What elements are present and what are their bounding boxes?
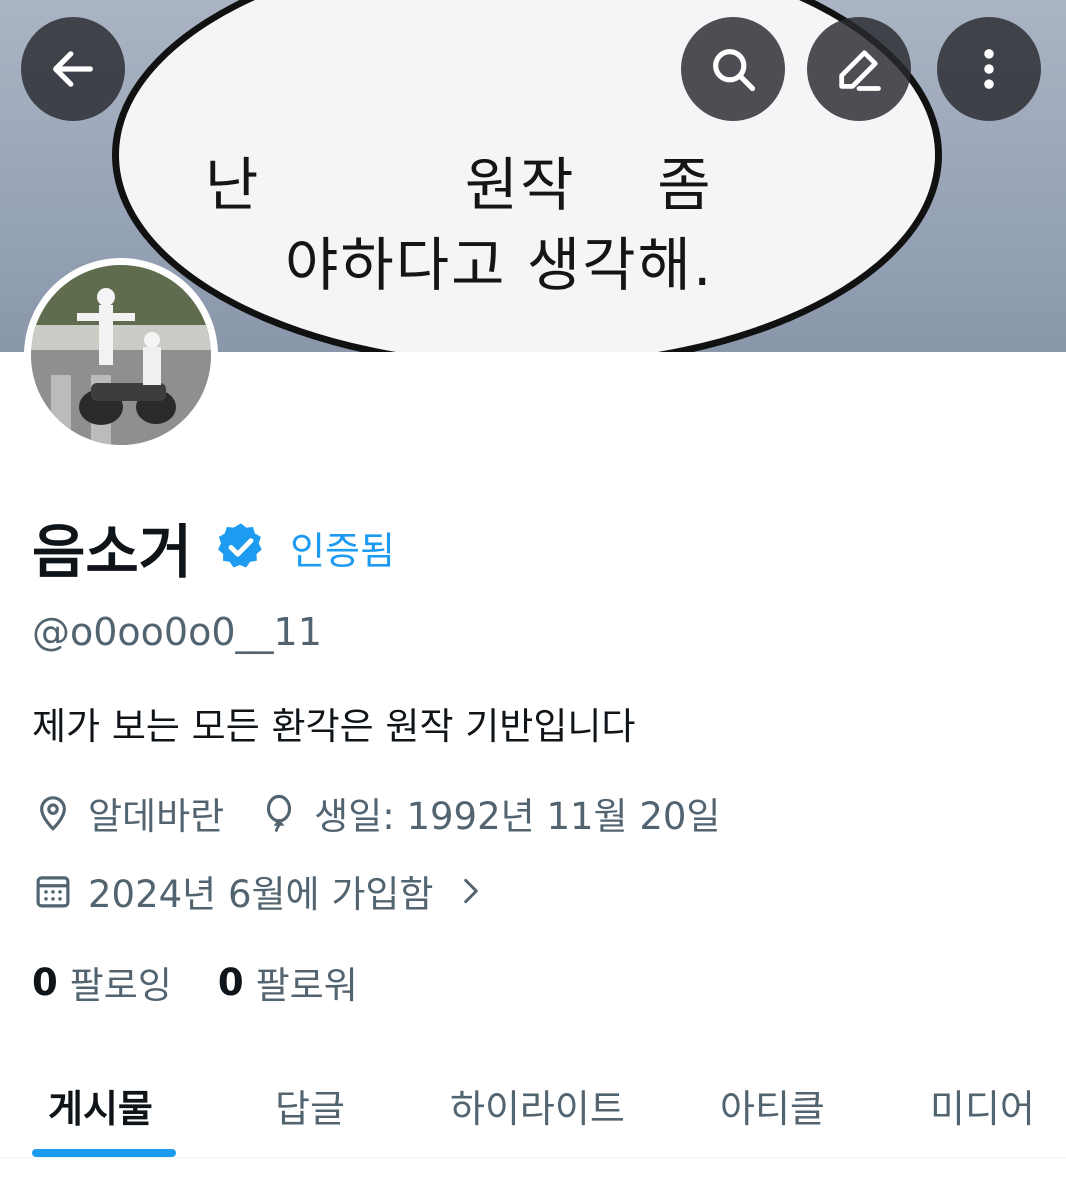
- display-name: 음소거: [32, 518, 193, 586]
- name-row: 음소거 인증됨: [32, 505, 395, 589]
- following-label[interactable]: 팔로잉: [70, 955, 172, 1009]
- verified-badge-icon[interactable]: [214, 520, 268, 574]
- tabs-divider: [0, 1157, 1066, 1158]
- balloon-icon: [267, 794, 292, 832]
- birthday-text: 생일: 1992년 11월 20일: [314, 795, 721, 838]
- more-vertical-icon: [984, 49, 994, 89]
- location-pin-icon: [40, 796, 66, 831]
- more-options-button[interactable]: [937, 17, 1041, 121]
- tab-posts[interactable]: 게시물: [48, 1078, 153, 1133]
- back-button[interactable]: [21, 17, 125, 121]
- avatar[interactable]: [24, 258, 218, 452]
- avatar-photo: [31, 265, 211, 445]
- followers-label[interactable]: 팔로워: [256, 955, 358, 1009]
- tab-articles[interactable]: 아티클: [720, 1078, 825, 1133]
- active-tab-indicator: [32, 1149, 176, 1157]
- user-handle: @o0oo0o0__11: [32, 610, 322, 654]
- search-button[interactable]: [681, 17, 785, 121]
- profile-meta-row: 알데바란 생일: 1992년 11월 20일: [32, 786, 720, 840]
- following-count[interactable]: 0: [32, 961, 58, 1004]
- tab-replies[interactable]: 답글: [275, 1078, 345, 1133]
- calendar-icon: [36, 876, 70, 908]
- verified-label[interactable]: 인증됨: [290, 520, 395, 575]
- joined-text: 2024년 6월에 가입함: [88, 873, 434, 916]
- edit-icon: [839, 50, 881, 91]
- tab-highlights[interactable]: 하이라이트: [450, 1078, 625, 1133]
- joined-row[interactable]: 2024년 6월에 가입함: [32, 864, 487, 918]
- banner-text-line-2: 야하다고 생각해.: [285, 231, 714, 299]
- follow-stats: 0 팔로잉 0 팔로워: [32, 955, 358, 1009]
- bio: 제가 보는 모든 환각은 원작 기반입니다: [32, 705, 636, 748]
- back-arrow-icon: [53, 51, 93, 87]
- banner-text-line-1: 난 원작 좀: [205, 151, 713, 219]
- chevron-right-icon: [464, 878, 479, 904]
- followers-count[interactable]: 0: [218, 961, 244, 1004]
- edit-button[interactable]: [807, 17, 911, 121]
- location-text: 알데바란: [88, 795, 225, 838]
- tab-media[interactable]: 미디어: [930, 1078, 1035, 1133]
- search-icon: [713, 49, 756, 92]
- profile-tabs: 게시물 답글 하이라이트 아티클 미디어: [0, 1060, 1066, 1160]
